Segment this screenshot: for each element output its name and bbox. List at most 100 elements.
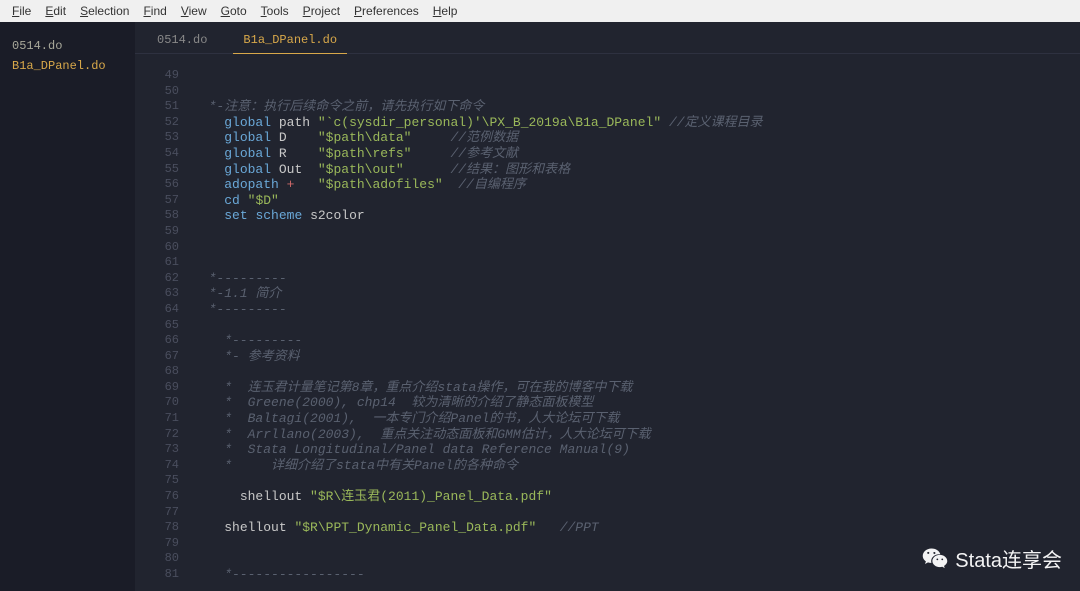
line-number: 59 — [135, 224, 193, 240]
code-line[interactable]: 54 global R "$path\refs" //参考文献 — [135, 146, 1080, 162]
line-number: 70 — [135, 395, 193, 411]
code-line[interactable]: 50 — [135, 84, 1080, 100]
line-content[interactable] — [193, 68, 1080, 84]
line-content[interactable] — [193, 318, 1080, 334]
code-line[interactable]: 72 * Arrllano(2003), 重点关注动态面板和GMM估计，人大论坛… — [135, 427, 1080, 443]
line-number: 73 — [135, 442, 193, 458]
menu-preferences[interactable]: Preferences — [348, 2, 425, 20]
line-number: 74 — [135, 458, 193, 474]
sidebar-item-B1a_DPanel-do[interactable]: B1a_DPanel.do — [0, 56, 135, 76]
code-line[interactable]: 76 shellout "$R\连玉君(2011)_Panel_Data.pdf… — [135, 489, 1080, 505]
code-line[interactable]: 65 — [135, 318, 1080, 334]
line-number: 63 — [135, 286, 193, 302]
code-line[interactable]: 57 cd "$D" — [135, 193, 1080, 209]
line-number: 65 — [135, 318, 193, 334]
line-number: 61 — [135, 255, 193, 271]
line-number: 58 — [135, 208, 193, 224]
line-content[interactable] — [193, 84, 1080, 100]
line-content[interactable]: * 连玉君计量笔记第8章，重点介绍stata操作，可在我的博客中下载 — [193, 380, 1080, 396]
line-number: 81 — [135, 567, 193, 583]
menu-edit[interactable]: Edit — [39, 2, 72, 20]
code-line[interactable]: 64 *--------- — [135, 302, 1080, 318]
editor-pane: 0514.doB1a_DPanel.do 495051 *-注意：执行后续命令之… — [135, 22, 1080, 591]
line-content[interactable]: * Baltagi(2001), 一本专门介绍Panel的书，人大论坛可下载 — [193, 411, 1080, 427]
code-line[interactable]: 56 adopath + "$path\adofiles" //自编程序 — [135, 177, 1080, 193]
code-line[interactable]: 71 * Baltagi(2001), 一本专门介绍Panel的书，人大论坛可下… — [135, 411, 1080, 427]
code-line[interactable]: 52 global path "`c(sysdir_personal)'\PX_… — [135, 115, 1080, 131]
code-line[interactable]: 55 global Out "$path\out" //结果：图形和表格 — [135, 162, 1080, 178]
line-content[interactable]: shellout "$R\连玉君(2011)_Panel_Data.pdf" — [193, 489, 1080, 505]
code-line[interactable]: 74 * 详细介绍了stata中有关Panel的各种命令 — [135, 458, 1080, 474]
line-number: 62 — [135, 271, 193, 287]
watermark: Stata连享会 — [921, 544, 1062, 573]
line-number: 68 — [135, 364, 193, 380]
menu-view[interactable]: View — [175, 2, 213, 20]
code-line[interactable]: 67 *- 参考资料 — [135, 349, 1080, 365]
code-line[interactable]: 62 *--------- — [135, 271, 1080, 287]
menu-tools[interactable]: Tools — [255, 2, 295, 20]
tab-bar: 0514.doB1a_DPanel.do — [135, 22, 1080, 54]
line-number: 79 — [135, 536, 193, 552]
code-line[interactable]: 68 — [135, 364, 1080, 380]
tab-0514-do[interactable]: 0514.do — [139, 27, 225, 53]
line-content[interactable]: global R "$path\refs" //参考文献 — [193, 146, 1080, 162]
code-line[interactable]: 70 * Greene(2000), chp14 较为清晰的介绍了静态面板模型 — [135, 395, 1080, 411]
line-content[interactable] — [193, 364, 1080, 380]
line-content[interactable] — [193, 240, 1080, 256]
code-line[interactable]: 60 — [135, 240, 1080, 256]
line-content[interactable] — [193, 505, 1080, 521]
line-content[interactable] — [193, 255, 1080, 271]
watermark-text: Stata连享会 — [955, 544, 1062, 573]
line-content[interactable]: cd "$D" — [193, 193, 1080, 209]
line-content[interactable]: global D "$path\data" //范例数据 — [193, 130, 1080, 146]
menu-goto[interactable]: Goto — [215, 2, 253, 20]
code-line[interactable]: 59 — [135, 224, 1080, 240]
code-line[interactable]: 78 shellout "$R\PPT_Dynamic_Panel_Data.p… — [135, 520, 1080, 536]
code-line[interactable]: 63 *-1.1 简介 — [135, 286, 1080, 302]
line-content[interactable]: * Stata Longitudinal/Panel data Referenc… — [193, 442, 1080, 458]
line-content[interactable]: adopath + "$path\adofiles" //自编程序 — [193, 177, 1080, 193]
line-content[interactable]: *--------- — [193, 271, 1080, 287]
code-line[interactable]: 77 — [135, 505, 1080, 521]
menu-project[interactable]: Project — [297, 2, 346, 20]
line-number: 69 — [135, 380, 193, 396]
line-content[interactable]: *--------- — [193, 302, 1080, 318]
menubar: FileEditSelectionFindViewGotoToolsProjec… — [0, 0, 1080, 22]
line-content[interactable]: * Arrllano(2003), 重点关注动态面板和GMM估计，人大论坛可下载 — [193, 427, 1080, 443]
line-number: 56 — [135, 177, 193, 193]
sidebar-item-0514-do[interactable]: 0514.do — [0, 36, 135, 56]
line-content[interactable]: *- 参考资料 — [193, 349, 1080, 365]
code-line[interactable]: 53 global D "$path\data" //范例数据 — [135, 130, 1080, 146]
line-content[interactable]: *-注意：执行后续命令之前，请先执行如下命令 — [193, 99, 1080, 115]
code-line[interactable]: 58 set scheme s2color — [135, 208, 1080, 224]
code-line[interactable]: 69 * 连玉君计量笔记第8章，重点介绍stata操作，可在我的博客中下载 — [135, 380, 1080, 396]
line-number: 67 — [135, 349, 193, 365]
line-content[interactable]: * 详细介绍了stata中有关Panel的各种命令 — [193, 458, 1080, 474]
menu-file[interactable]: File — [6, 2, 37, 20]
menu-selection[interactable]: Selection — [74, 2, 135, 20]
code-line[interactable]: 51 *-注意：执行后续命令之前，请先执行如下命令 — [135, 99, 1080, 115]
line-content[interactable]: global Out "$path\out" //结果：图形和表格 — [193, 162, 1080, 178]
line-number: 80 — [135, 551, 193, 567]
line-content[interactable]: shellout "$R\PPT_Dynamic_Panel_Data.pdf"… — [193, 520, 1080, 536]
line-number: 72 — [135, 427, 193, 443]
line-content[interactable] — [193, 224, 1080, 240]
code-line[interactable]: 73 * Stata Longitudinal/Panel data Refer… — [135, 442, 1080, 458]
menu-help[interactable]: Help — [427, 2, 464, 20]
line-content[interactable] — [193, 473, 1080, 489]
code-line[interactable]: 66 *--------- — [135, 333, 1080, 349]
line-number: 77 — [135, 505, 193, 521]
code-line[interactable]: 75 — [135, 473, 1080, 489]
line-content[interactable]: *-1.1 简介 — [193, 286, 1080, 302]
wechat-icon — [921, 545, 949, 573]
menu-find[interactable]: Find — [137, 2, 172, 20]
line-number: 76 — [135, 489, 193, 505]
line-content[interactable]: set scheme s2color — [193, 208, 1080, 224]
tab-B1a_DPanel-do[interactable]: B1a_DPanel.do — [225, 27, 355, 53]
code-line[interactable]: 61 — [135, 255, 1080, 271]
line-content[interactable]: global path "`c(sysdir_personal)'\PX_B_2… — [193, 115, 1080, 131]
line-content[interactable]: *--------- — [193, 333, 1080, 349]
code-area[interactable]: 495051 *-注意：执行后续命令之前，请先执行如下命令52 global p… — [135, 54, 1080, 591]
code-line[interactable]: 49 — [135, 68, 1080, 84]
line-content[interactable]: * Greene(2000), chp14 较为清晰的介绍了静态面板模型 — [193, 395, 1080, 411]
